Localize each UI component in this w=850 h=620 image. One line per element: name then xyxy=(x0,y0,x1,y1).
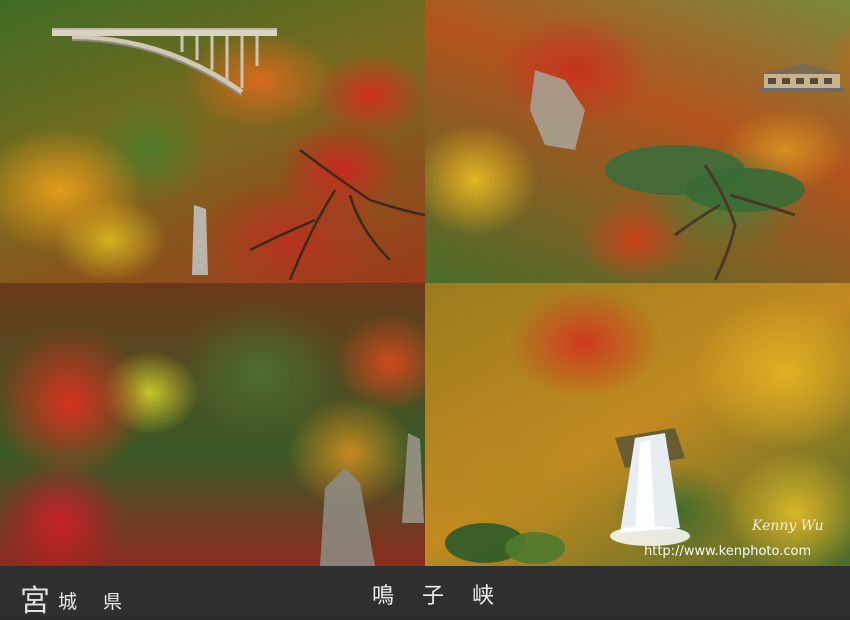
photographer-signature: Kenny Wu xyxy=(752,518,824,534)
photo-autumn-valley xyxy=(0,283,425,566)
foreground-leaves xyxy=(445,523,565,564)
bare-branches xyxy=(249,148,425,280)
prefecture-first-char: 宮 xyxy=(20,584,50,619)
caption-bar: 宮城 県 鳴子峡 xyxy=(0,566,850,619)
photographer-url: http://www.kenphoto.com xyxy=(644,544,812,559)
rock-column xyxy=(402,433,424,523)
photo-collage: Kenny Wu http://www.kenphoto.com 宮城 県 鳴子… xyxy=(0,0,850,619)
waterfall xyxy=(610,428,690,546)
gorge-rock-wall xyxy=(320,468,375,566)
place-name: 鳴子峡 xyxy=(372,584,523,609)
rock-pillar xyxy=(192,205,208,275)
arch-bridge xyxy=(52,28,277,96)
photo-cliff-lodge xyxy=(425,0,850,283)
cliff-rock xyxy=(530,70,585,150)
photo-gorge-bridge xyxy=(0,0,425,283)
photo-grid xyxy=(0,0,850,566)
prefecture-rest: 城 県 xyxy=(58,591,133,613)
prefecture-label: 宮城 県 xyxy=(20,576,132,620)
lodge-building xyxy=(760,64,844,92)
pine-tree xyxy=(605,145,805,280)
